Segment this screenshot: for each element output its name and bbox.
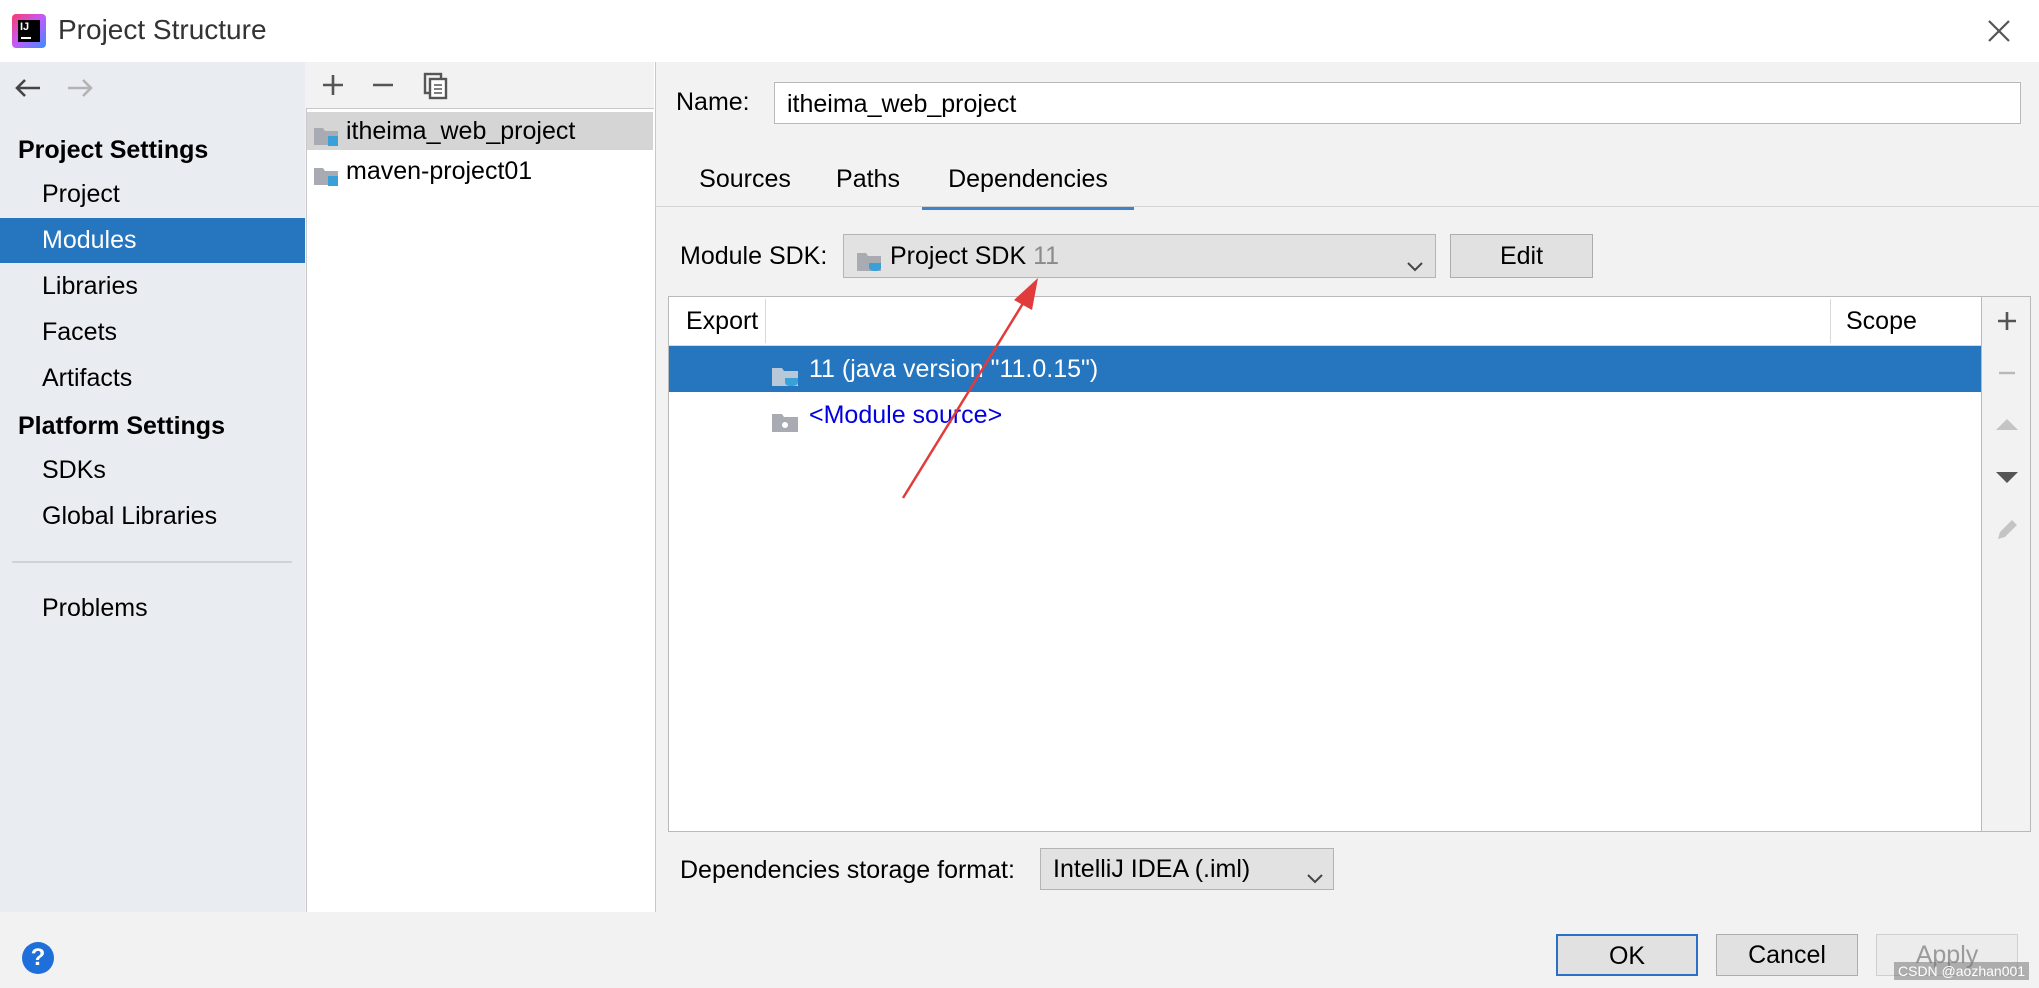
intellij-idea-icon: IJ	[12, 14, 46, 48]
sidebar-item-libraries[interactable]: Libraries	[0, 264, 305, 309]
module-folder-icon	[313, 120, 341, 146]
edit-pencil-icon[interactable]	[1990, 512, 2024, 546]
module-source-folder-icon	[771, 404, 801, 432]
project-settings-heading: Project Settings	[18, 136, 209, 164]
storage-format-label: Dependencies storage format:	[680, 856, 1015, 884]
column-separator	[1830, 299, 1831, 343]
edit-sdk-button[interactable]: Edit	[1450, 234, 1593, 278]
tab-sources[interactable]: Sources	[680, 162, 810, 206]
module-folder-icon	[313, 160, 341, 186]
sidebar-item-modules[interactable]: Modules	[0, 218, 305, 263]
move-up-icon[interactable]	[1990, 408, 2024, 442]
sidebar-item-facets[interactable]: Facets	[0, 310, 305, 355]
storage-format-dropdown[interactable]: IntelliJ IDEA (.iml)	[1040, 848, 1334, 890]
platform-settings-heading: Platform Settings	[18, 412, 225, 440]
table-row[interactable]: 11 (java version "11.0.15")	[669, 346, 1981, 392]
column-separator	[765, 299, 766, 343]
sdk-folder-icon	[771, 358, 801, 386]
move-down-icon[interactable]	[1990, 460, 2024, 494]
add-icon[interactable]	[314, 66, 352, 104]
table-header	[669, 297, 1981, 346]
table-row[interactable]: <Module source>	[669, 392, 1981, 438]
add-dependency-icon[interactable]	[1990, 304, 2024, 338]
module-name-input[interactable]: itheima_web_project	[774, 82, 2021, 124]
title-bar	[0, 0, 2039, 62]
sdk-folder-icon	[856, 245, 884, 271]
sidebar-item-global-libraries[interactable]: Global Libraries	[0, 494, 305, 539]
sidebar-item-sdks[interactable]: SDKs	[0, 448, 305, 493]
sidebar-item-project[interactable]: Project	[0, 172, 305, 217]
annotation-arrow-icon	[880, 270, 1060, 510]
forward-arrow-icon[interactable]	[62, 70, 98, 106]
column-header-export[interactable]: Export	[686, 297, 758, 345]
column-header-scope[interactable]: Scope	[1846, 297, 1917, 345]
module-sdk-label: Module SDK:	[680, 242, 828, 270]
back-arrow-icon[interactable]	[10, 70, 46, 106]
remove-icon[interactable]	[364, 66, 402, 104]
sidebar-item-problems[interactable]: Problems	[0, 586, 305, 631]
remove-dependency-icon[interactable]	[1990, 356, 2024, 390]
module-toolbar	[306, 62, 654, 109]
chevron-down-icon	[1305, 860, 1325, 884]
watermark-text: CSDN @aozhan001	[1894, 962, 2030, 980]
module-item-itheima-web-project[interactable]: itheima_web_project	[307, 112, 653, 150]
name-label: Name:	[676, 88, 750, 116]
ok-button[interactable]: OK	[1556, 934, 1698, 976]
help-icon[interactable]: ?	[22, 942, 54, 974]
close-icon[interactable]	[1982, 14, 2016, 48]
window-title: Project Structure	[58, 14, 267, 45]
sidebar-item-artifacts[interactable]: Artifacts	[0, 356, 305, 401]
copy-icon[interactable]	[416, 66, 454, 104]
sidebar-divider	[12, 561, 292, 563]
module-item-maven-project01[interactable]: maven-project01	[307, 152, 653, 190]
tab-paths[interactable]: Paths	[822, 162, 914, 206]
tabs-underline	[655, 206, 2039, 207]
cancel-button[interactable]: Cancel	[1716, 934, 1858, 976]
chevron-down-icon	[1405, 247, 1425, 272]
tab-dependencies[interactable]: Dependencies	[922, 162, 1134, 210]
